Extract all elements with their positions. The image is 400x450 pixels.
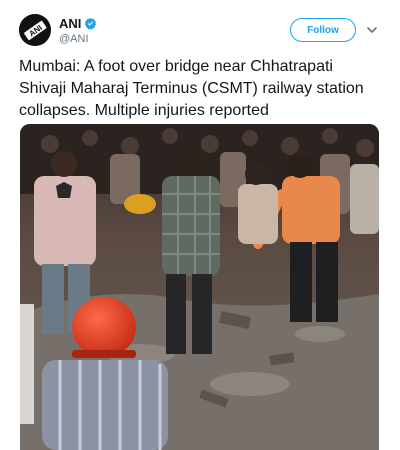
tweet-photo[interactable] xyxy=(20,124,379,450)
display-name-row: ANI xyxy=(59,16,97,31)
display-name[interactable]: ANI xyxy=(59,16,81,31)
chevron-down-icon[interactable] xyxy=(366,24,378,36)
verified-badge-icon xyxy=(85,17,97,30)
ani-logo-icon: ANI xyxy=(19,14,51,46)
avatar[interactable]: ANI xyxy=(19,14,51,46)
tweet-card: ANI ANI @ANI Follow Mumbai: A foot over … xyxy=(0,0,400,450)
account-handle[interactable]: @ANI xyxy=(59,33,89,45)
collapse-scene-image xyxy=(20,124,379,450)
tweet-text: Mumbai: A foot over bridge near Chhatrap… xyxy=(19,58,364,119)
follow-button[interactable]: Follow xyxy=(290,18,356,42)
